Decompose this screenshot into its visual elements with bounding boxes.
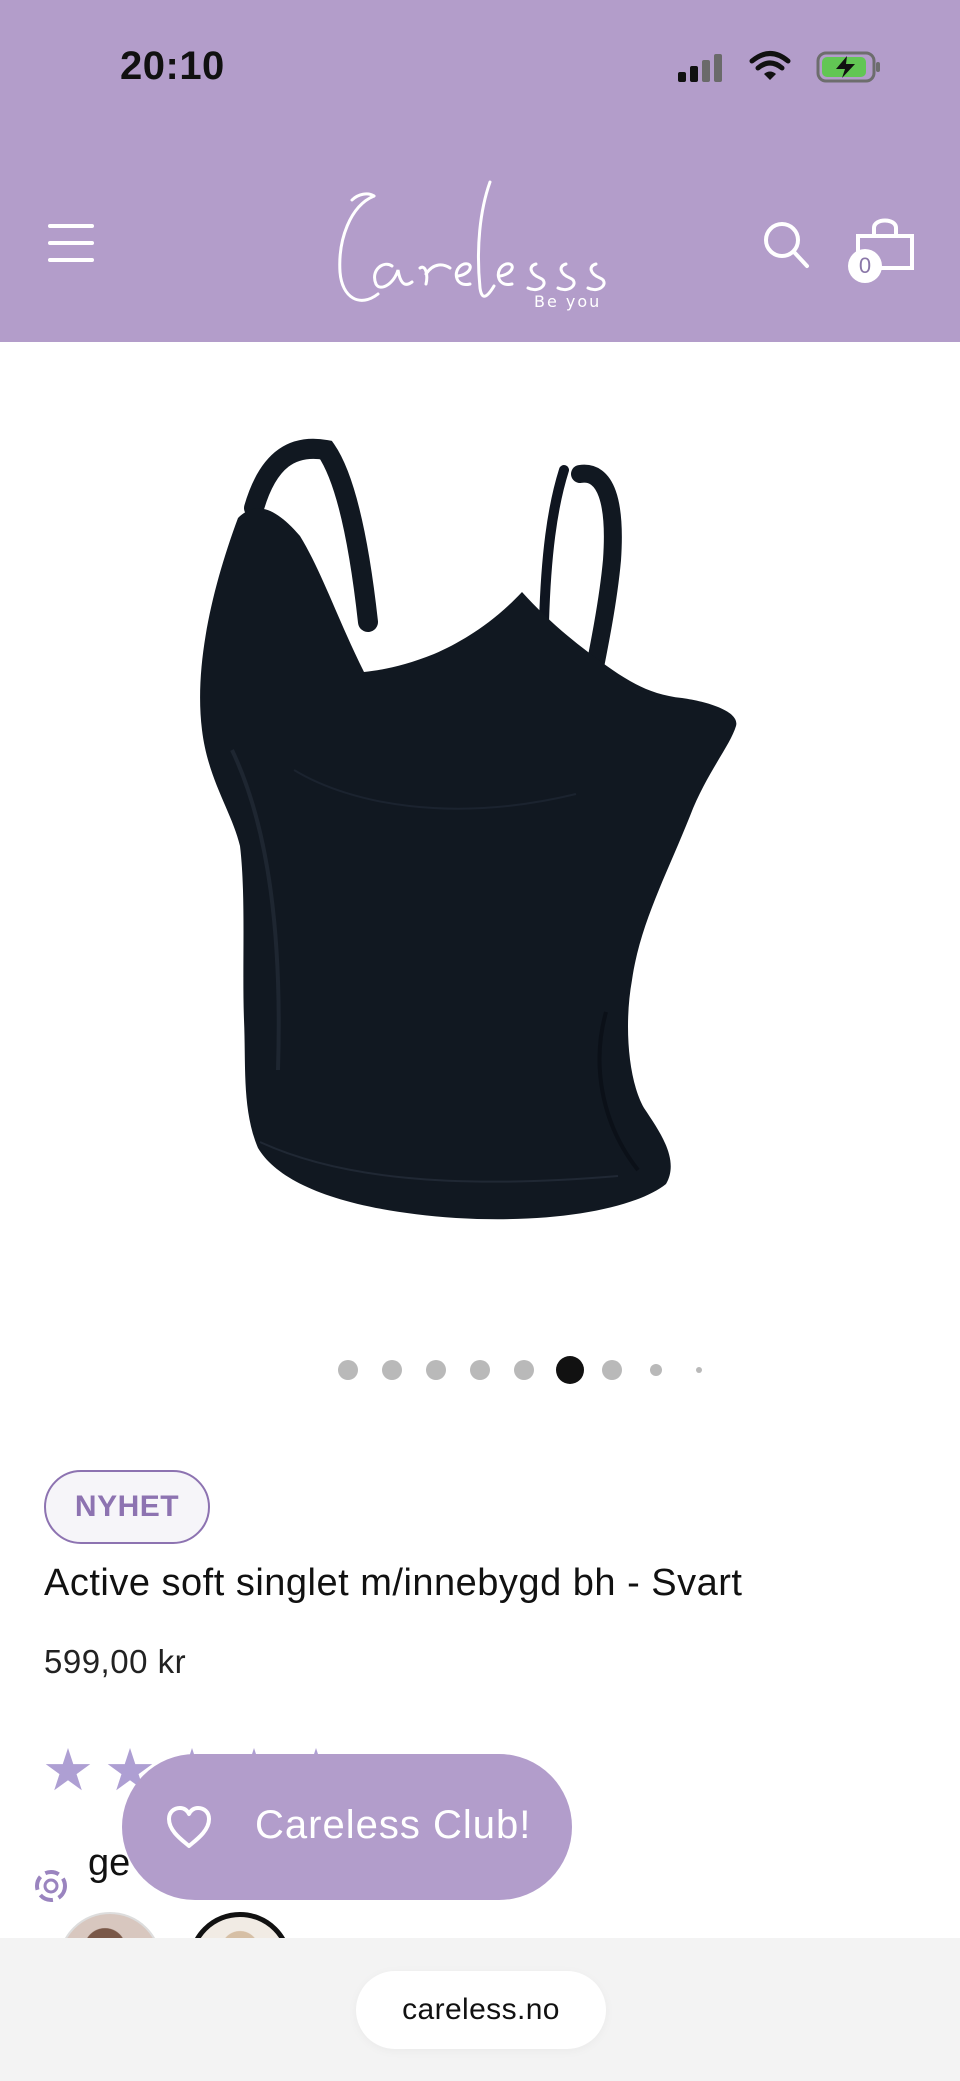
- carousel-dot-active[interactable]: [556, 1356, 584, 1384]
- status-time: 20:10: [120, 44, 225, 88]
- color-swatch-selected[interactable]: [188, 1912, 292, 1938]
- brand-tagline: Be you: [534, 292, 602, 311]
- carousel-dot[interactable]: [696, 1367, 702, 1373]
- carousel-dot[interactable]: [470, 1360, 490, 1380]
- carousel-dot[interactable]: [602, 1360, 622, 1380]
- partially-hidden-text: ge: [88, 1842, 131, 1884]
- color-swatch[interactable]: [58, 1912, 162, 1938]
- site-header: 20:10 Be you 0: [0, 0, 960, 342]
- status-icons: [676, 50, 882, 84]
- careless-club-button[interactable]: Careless Club!: [122, 1754, 572, 1900]
- color-swatches: [0, 1900, 960, 1938]
- heart-icon: [164, 1804, 214, 1850]
- product-title: Active soft singlet m/innebygd bh - Svar…: [44, 1562, 743, 1604]
- carousel-dot[interactable]: [426, 1360, 446, 1380]
- brand-logo[interactable]: Be you: [330, 170, 630, 320]
- carousel-dot[interactable]: [514, 1360, 534, 1380]
- wifi-icon: [748, 50, 792, 84]
- carousel-dot[interactable]: [382, 1360, 402, 1380]
- star-icon: ★: [42, 1738, 94, 1803]
- signal-icon: [676, 52, 724, 82]
- new-badge: NYHET: [44, 1470, 210, 1544]
- status-bar: 20:10: [0, 0, 960, 140]
- carousel-dot[interactable]: [338, 1360, 358, 1380]
- battery-icon: [816, 50, 882, 84]
- carousel-dot[interactable]: [650, 1364, 662, 1376]
- browser-url-pill[interactable]: careless.no: [356, 1971, 606, 2049]
- image-carousel-dots[interactable]: [330, 1356, 710, 1386]
- product-image[interactable]: [150, 420, 810, 1290]
- club-button-label: Careless Club!: [255, 1803, 532, 1847]
- product-price: 599,00 kr: [44, 1643, 187, 1680]
- menu-icon[interactable]: [48, 222, 94, 264]
- cart-count-badge[interactable]: 0: [848, 249, 882, 283]
- search-icon[interactable]: [762, 220, 810, 270]
